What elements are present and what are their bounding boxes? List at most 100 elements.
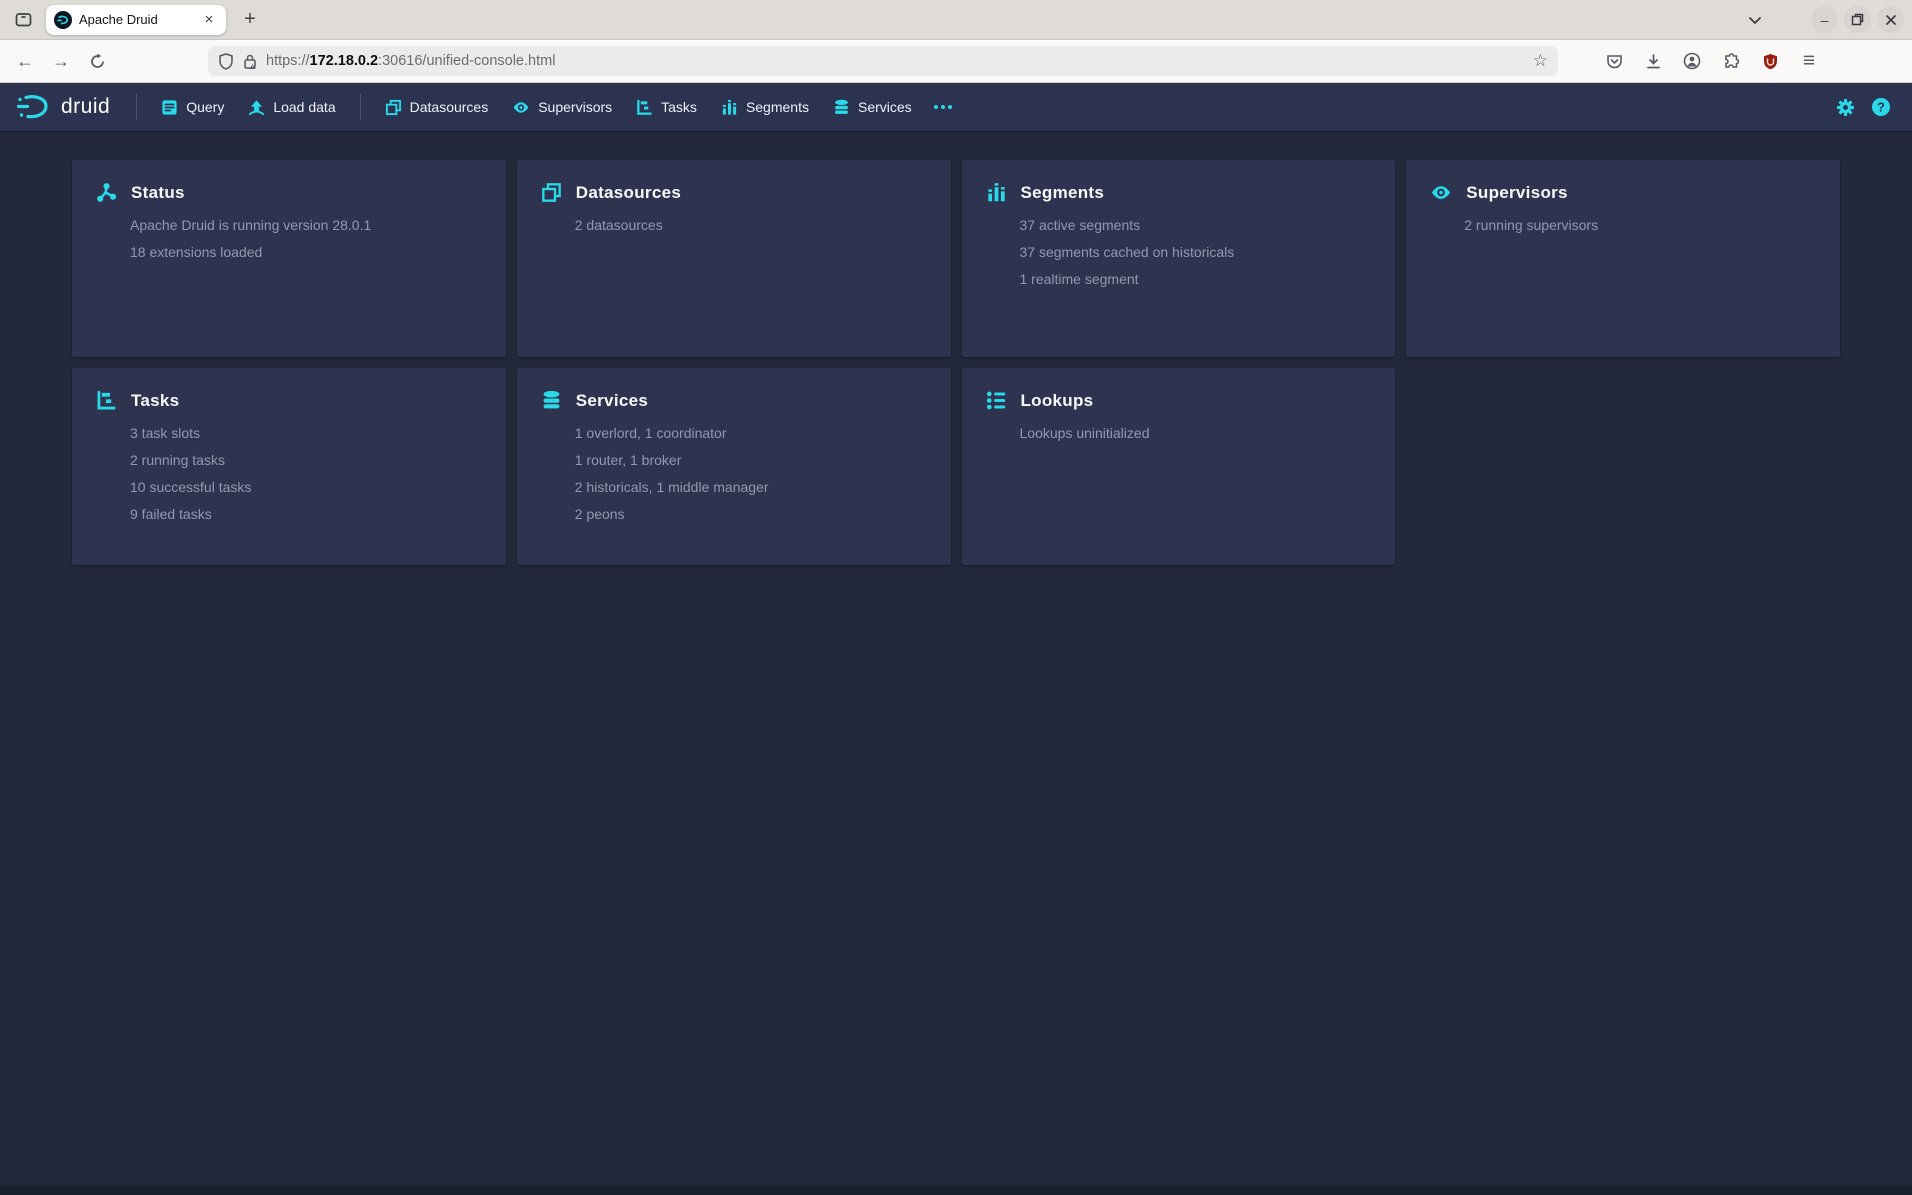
- svg-text:?: ?: [1877, 100, 1885, 114]
- browser-toolbar: ← → https://172.18.0.2:30616/unified-con…: [0, 40, 1912, 83]
- card-line: 18 extensions loaded: [130, 239, 482, 266]
- nav-item-label: Datasources: [410, 99, 489, 115]
- upload-icon: [248, 99, 265, 116]
- new-tab-button[interactable]: +: [236, 6, 264, 34]
- nav-item-load-data[interactable]: Load data: [236, 93, 347, 122]
- url-scheme: https://: [266, 53, 310, 69]
- datasources-icon: [541, 182, 562, 203]
- card-title: Status: [131, 183, 185, 203]
- card-title: Tasks: [131, 391, 179, 411]
- card-title: Segments: [1021, 183, 1105, 203]
- nav-divider: [136, 94, 137, 120]
- card-lookups[interactable]: Lookups Lookups uninitialized: [962, 368, 1396, 565]
- nav-item-label: Segments: [746, 99, 809, 115]
- nav-item-label: Services: [858, 99, 912, 115]
- url-host: 172.18.0.2: [310, 53, 379, 69]
- card-segments[interactable]: Segments 37 active segments 37 segments …: [962, 160, 1396, 357]
- card-line: 1 overlord, 1 coordinator: [575, 420, 927, 447]
- nav-item-tasks[interactable]: Tasks: [624, 93, 709, 122]
- nav-item-datasources[interactable]: Datasources: [373, 93, 501, 122]
- druid-navbar: druid Query Load data Datasources Superv…: [0, 83, 1912, 131]
- nav-item-services[interactable]: Services: [821, 93, 924, 122]
- gear-icon[interactable]: [1830, 92, 1860, 122]
- browser-tab-strip: Apache Druid × + –: [0, 0, 1912, 40]
- datasources-icon: [385, 99, 402, 116]
- url-path: :30616/unified-console.html: [378, 53, 555, 69]
- card-status[interactable]: Status Apache Druid is running version 2…: [72, 160, 506, 357]
- nav-item-supervisors[interactable]: Supervisors: [500, 93, 624, 122]
- card-line: 3 task slots: [130, 420, 482, 447]
- help-icon[interactable]: ?: [1866, 92, 1896, 122]
- segments-icon: [721, 99, 738, 116]
- services-icon: [541, 390, 562, 411]
- bottom-strip: [0, 1185, 1912, 1195]
- card-supervisors[interactable]: Supervisors 2 running supervisors: [1406, 160, 1840, 357]
- card-line: 37 active segments: [1020, 212, 1372, 239]
- account-icon[interactable]: [1678, 47, 1706, 75]
- list-tabs-chevron-icon[interactable]: [1747, 12, 1763, 28]
- back-button[interactable]: ←: [10, 46, 40, 76]
- toolbar-icon-cluster: ≡: [1600, 47, 1823, 75]
- card-tasks[interactable]: Tasks 3 task slots 2 running tasks 10 su…: [72, 368, 506, 565]
- extensions-puzzle-icon[interactable]: [1717, 47, 1745, 75]
- window-close-button[interactable]: [1877, 6, 1904, 33]
- card-line: 9 failed tasks: [130, 501, 482, 528]
- nav-item-label: Load data: [273, 99, 335, 115]
- nav-item-label: Supervisors: [538, 99, 612, 115]
- card-line: 2 datasources: [575, 212, 927, 239]
- card-line: 37 segments cached on historicals: [1020, 239, 1372, 266]
- nav-item-query[interactable]: Query: [149, 93, 236, 122]
- firefox-view-icon[interactable]: [8, 5, 38, 35]
- lookups-icon: [986, 390, 1007, 411]
- card-title: Datasources: [576, 183, 681, 203]
- nav-item-segments[interactable]: Segments: [709, 93, 821, 122]
- card-line: 10 successful tasks: [130, 474, 482, 501]
- tab-title: Apache Druid: [79, 12, 193, 27]
- druid-favicon: [54, 11, 72, 29]
- card-line: 2 peons: [575, 501, 927, 528]
- druid-logo-icon: [16, 93, 52, 121]
- url-text: https://172.18.0.2:30616/unified-console…: [266, 53, 1525, 69]
- tab-close-icon[interactable]: ×: [200, 11, 218, 29]
- nav-item-label: Tasks: [661, 99, 697, 115]
- eye-icon: [512, 99, 530, 116]
- bookmark-star-icon[interactable]: ☆: [1533, 51, 1548, 71]
- url-bar[interactable]: https://172.18.0.2:30616/unified-console…: [208, 46, 1558, 76]
- card-line: 1 router, 1 broker: [575, 447, 927, 474]
- nav-divider: [360, 94, 361, 120]
- menu-hamburger-icon[interactable]: ≡: [1795, 47, 1823, 75]
- segments-icon: [986, 182, 1007, 203]
- ublock-origin-icon[interactable]: [1756, 47, 1784, 75]
- card-line: 2 running supervisors: [1464, 212, 1816, 239]
- card-line: 2 running tasks: [130, 447, 482, 474]
- forward-button[interactable]: →: [46, 46, 76, 76]
- druid-brand[interactable]: druid: [16, 93, 110, 121]
- query-icon: [161, 99, 178, 116]
- connection-lock-icon[interactable]: [242, 53, 258, 70]
- card-title: Lookups: [1021, 391, 1094, 411]
- services-icon: [833, 99, 850, 116]
- more-dots-icon[interactable]: [924, 99, 962, 115]
- tasks-icon: [636, 99, 653, 116]
- tasks-icon: [96, 390, 117, 411]
- brand-name: druid: [61, 95, 110, 119]
- card-datasources[interactable]: Datasources 2 datasources: [517, 160, 951, 357]
- downloads-icon[interactable]: [1639, 47, 1667, 75]
- card-line: 1 realtime segment: [1020, 266, 1372, 293]
- status-graph-icon: [96, 182, 117, 203]
- card-title: Services: [576, 391, 648, 411]
- window-minimize-button[interactable]: –: [1811, 6, 1838, 33]
- pocket-save-icon[interactable]: [1600, 47, 1628, 75]
- card-line: Apache Druid is running version 28.0.1: [130, 212, 482, 239]
- card-title: Supervisors: [1466, 183, 1568, 203]
- reload-button[interactable]: [82, 46, 112, 76]
- browser-tab[interactable]: Apache Druid ×: [46, 5, 226, 35]
- card-services[interactable]: Services 1 overlord, 1 coordinator 1 rou…: [517, 368, 951, 565]
- card-line: Lookups uninitialized: [1020, 420, 1372, 447]
- window-restore-button[interactable]: [1844, 6, 1871, 33]
- eye-icon: [1430, 182, 1452, 203]
- status-card-grid: Status Apache Druid is running version 2…: [72, 160, 1840, 565]
- tracking-shield-icon[interactable]: [218, 53, 234, 70]
- home-view: Status Apache Druid is running version 2…: [0, 131, 1912, 565]
- card-line: 2 historicals, 1 middle manager: [575, 474, 927, 501]
